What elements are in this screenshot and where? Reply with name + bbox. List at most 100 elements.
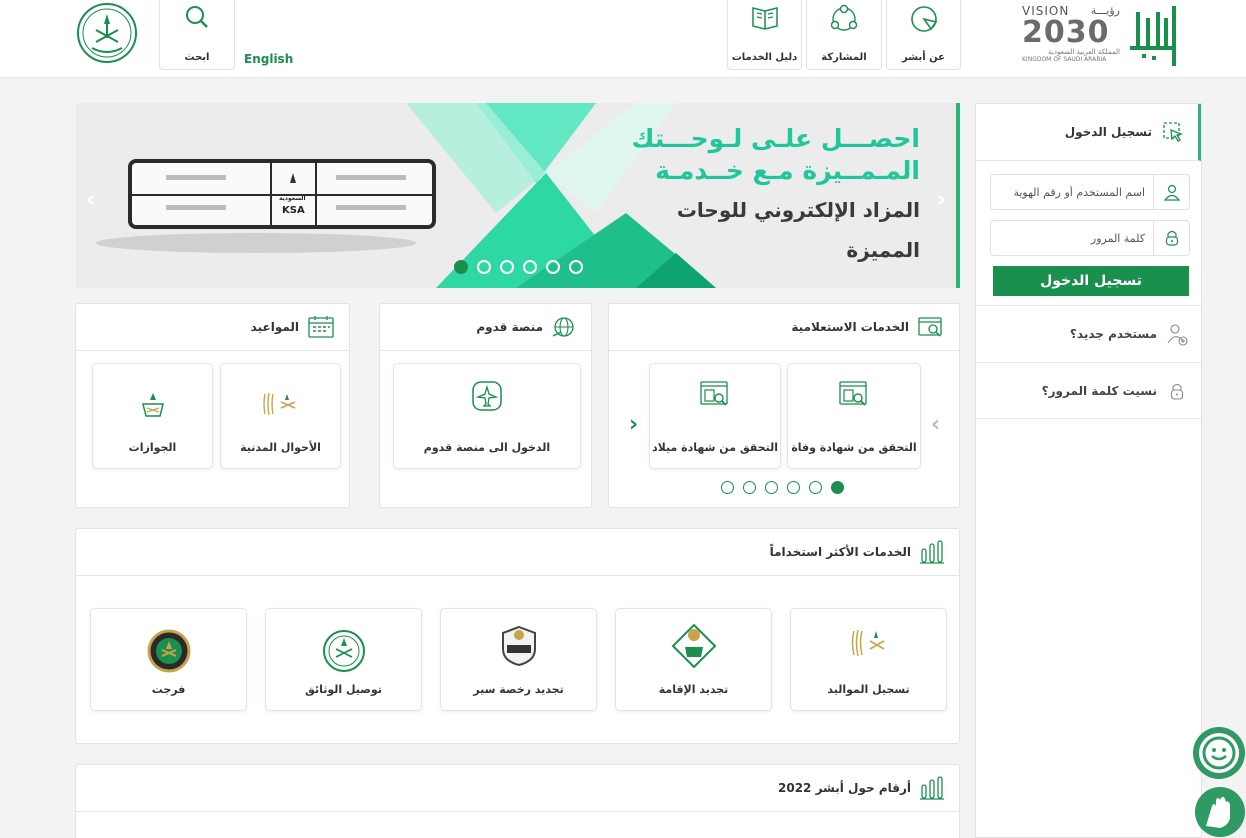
login-panel: تسجيل الدخول تسجيل الدخول مستخدم جديد؟ ن… (975, 103, 1202, 838)
plate-ksa-text: KSA (282, 205, 305, 216)
participation-button[interactable]: المشاركة (806, 0, 882, 70)
banner-dot[interactable] (569, 260, 583, 274)
sign-language-icon[interactable] (1194, 786, 1246, 838)
stats-title: أرقام حول أبشر 2022 (778, 781, 911, 795)
search-button[interactable]: ابحث (159, 0, 235, 70)
banner-text: احصـــل علـى لـوحـــتك المـمــيزة مـع خـ… (632, 123, 920, 267)
banner-dot[interactable] (546, 260, 560, 274)
password-input[interactable] (1003, 231, 1153, 245)
service-tile[interactable]: الأحوال المدنية (220, 363, 341, 469)
inquiry-pagination (721, 481, 844, 494)
banner-line-2: المـمــيزة مـع خــدمـة (655, 156, 920, 185)
pagination-dot[interactable] (743, 481, 756, 494)
service-guide-label: دليل الخدمات (731, 52, 798, 63)
service-tile-label: التحقق من شهادة ميلاد (652, 441, 778, 454)
username-field[interactable] (990, 174, 1190, 210)
login-title: تسجيل الدخول (1064, 125, 1152, 139)
service-tile-label: الجوازات (128, 441, 177, 454)
login-submit-button[interactable]: تسجيل الدخول (993, 266, 1189, 296)
cursor-click-icon (1163, 122, 1184, 142)
password-field[interactable] (990, 220, 1190, 256)
site-header: VISION رؤيـــة 2030 المملكة العربية السع… (0, 0, 1246, 78)
traffic-logo-icon (501, 625, 536, 667)
certificate-search-icon (700, 381, 728, 406)
inquiry-next-arrow-icon[interactable]: › (629, 412, 638, 437)
prisons-logo-icon (147, 629, 190, 673)
lock-icon (1153, 221, 1189, 255)
appointments-title: المواعيد (250, 320, 299, 334)
ministry-seal-icon (322, 630, 365, 672)
appointments-card: المواعيد الأحوال المدنية الجوازات (75, 303, 350, 508)
banner-next-arrow-icon[interactable]: › (936, 185, 946, 213)
search-icon (186, 6, 208, 28)
service-tile-label: التحقق من شهادة وفاة (791, 441, 917, 454)
banner-dot[interactable] (500, 260, 514, 274)
banner-dot[interactable] (454, 260, 468, 274)
username-input[interactable] (1003, 185, 1153, 199)
participation-label: المشاركة (821, 52, 867, 63)
lock-icon (1170, 383, 1184, 400)
new-user-link[interactable]: مستخدم جديد؟ (976, 305, 1201, 362)
calendar-icon (308, 316, 334, 338)
pagination-dot[interactable] (765, 481, 778, 494)
vision-kingdom-en: KINGDOM OF SAUDI ARABIA (1022, 56, 1107, 63)
service-tile[interactable]: التحقق من شهادة وفاة (787, 363, 921, 469)
banner-line-1: احصـــل علـى لـوحـــتك (631, 124, 920, 153)
service-tile[interactable]: فرجت (90, 608, 247, 711)
service-tile[interactable]: تجديد الإقامة (615, 608, 772, 711)
inquiry-services-title: الخدمات الاستعلامية (791, 320, 909, 334)
service-tile[interactable]: التحقق من شهادة ميلاد (649, 363, 781, 469)
pagination-dot[interactable] (809, 481, 822, 494)
service-tile-label: الأحوال المدنية (240, 441, 321, 454)
banner-line-3: المزاد الإلكتروني للوحات (676, 198, 920, 222)
about-absher-button[interactable]: عن أبشر (886, 0, 961, 70)
user-icon (1153, 175, 1189, 209)
service-tile[interactable]: الدخول الى منصة قدوم (393, 363, 581, 469)
bar-chart-icon (920, 776, 944, 800)
banner-prev-arrow-icon[interactable]: ‹ (86, 185, 96, 213)
bar-chart-icon (920, 540, 944, 564)
service-tile-label: تجديد الإقامة (658, 683, 729, 696)
inquiry-prev-arrow-icon[interactable]: ‹ (931, 412, 940, 437)
ministry-of-interior-seal (77, 3, 137, 63)
vision-year: 2030 (1022, 15, 1110, 50)
airplane-icon (472, 381, 502, 411)
stats-header: أرقام حول أبشر 2022 (76, 765, 959, 812)
pagination-dot[interactable] (721, 481, 734, 494)
banner-line-4: المميزة (846, 238, 920, 262)
most-used-services-card: الخدمات الأكثر استخداماً تسجيل المواليد … (75, 528, 960, 744)
login-header: تسجيل الدخول (976, 104, 1201, 161)
globe-plane-icon (552, 317, 574, 337)
forgot-password-link[interactable]: نسيت كلمة المرور؟ (976, 362, 1201, 419)
add-user-icon (1167, 324, 1188, 346)
about-absher-label: عن أبشر (902, 52, 945, 63)
service-tile[interactable]: تجديد رخصة سير (440, 608, 597, 711)
most-used-header: الخدمات الأكثر استخداماً (76, 529, 959, 576)
network-icon (830, 4, 858, 31)
appointments-header: المواعيد (76, 304, 349, 351)
pagination-dot[interactable] (787, 481, 800, 494)
promo-banner[interactable]: السعودية KSA احصـــل علـى لـوحـــتك المـ… (76, 103, 960, 288)
vision-2030-logo: VISION رؤيـــة 2030 المملكة العربية السع… (1022, 4, 1120, 68)
english-language-link[interactable]: English (244, 52, 293, 66)
banner-dot[interactable] (477, 260, 491, 274)
service-tile-label: الدخول الى منصة قدوم (423, 441, 551, 454)
chatbot-icon[interactable] (1192, 726, 1246, 780)
residency-logo-icon (671, 623, 716, 669)
absher-stats-card: أرقام حول أبشر 2022 (75, 764, 960, 838)
service-guide-button[interactable]: دليل الخدمات (727, 0, 802, 70)
service-tile[interactable]: الجوازات (92, 363, 213, 469)
banner-pagination (454, 260, 583, 274)
absher-logo[interactable] (1128, 2, 1180, 68)
banner-dot[interactable] (523, 260, 537, 274)
service-tile[interactable]: تسجيل المواليد (790, 608, 947, 711)
service-tile[interactable]: توصيل الوثائق (265, 608, 422, 711)
civil-affairs-logo-icon (851, 629, 884, 657)
forgot-password-label: نسيت كلمة المرور؟ (1041, 383, 1157, 398)
qudoom-title: منصة قدوم (476, 320, 543, 334)
passports-logo-icon (141, 393, 164, 417)
pagination-dot[interactable] (831, 481, 844, 494)
most-used-title: الخدمات الأكثر استخداماً (769, 545, 911, 559)
search-label: ابحث (184, 52, 210, 63)
inquiry-services-header: الخدمات الاستعلامية (609, 304, 959, 351)
